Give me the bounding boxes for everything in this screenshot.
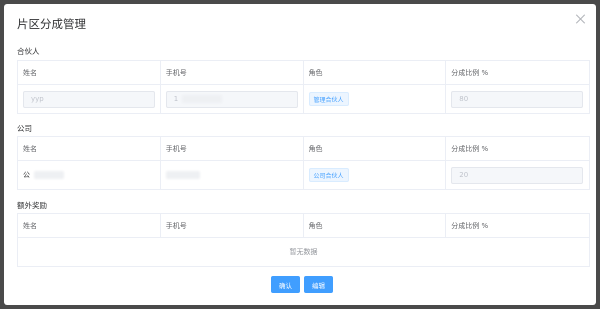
column-header-name: 姓名 — [18, 61, 161, 84]
close-icon[interactable] — [576, 14, 586, 24]
redacted-name-blur — [34, 171, 64, 179]
company-name-value: 公 — [23, 171, 30, 179]
section-label-bonus: 额外奖励 — [17, 201, 47, 210]
table-row: 公 公司合伙人 20 — [18, 161, 589, 189]
column-header-role: 角色 — [304, 214, 447, 237]
edit-button[interactable]: 编辑 — [304, 276, 333, 293]
column-header-ratio: 分成比例 % — [451, 221, 489, 230]
column-header-phone: 手机号 — [161, 214, 304, 237]
company-ratio-value: 20 — [459, 171, 469, 179]
partner-phone-value: 1 — [173, 95, 179, 103]
partner-name-value: yyp — [31, 95, 44, 103]
dialog-header: 片区分成管理 — [4, 4, 596, 38]
role-tag: 管理合伙人 — [308, 92, 349, 106]
column-header-phone: 手机号 — [161, 61, 304, 84]
phone-cell — [161, 161, 304, 189]
redacted-phone-blur — [182, 95, 223, 103]
partner-table: 姓名 手机号 角色 分成比例 % yyp 1 管理合伙人 80 — [17, 60, 590, 114]
name-cell: yyp — [18, 85, 161, 113]
partner-phone-input[interactable]: 1 — [165, 90, 298, 108]
section-label-company: 公司 — [17, 124, 32, 133]
table-header-row: 姓名 手机号 角色 分成比例 % — [18, 214, 589, 238]
phone-cell: 1 — [161, 85, 304, 113]
name-cell: 公 — [18, 161, 161, 189]
ratio-cell: 20 — [446, 161, 589, 189]
column-header-ratio: 分成比例 % — [451, 68, 489, 77]
empty-row: 暂无数据 — [18, 238, 589, 266]
column-header-role: 角色 — [304, 61, 447, 84]
role-cell: 公司合伙人 — [304, 161, 447, 189]
table-header-row: 姓名 手机号 角色 分成比例 % — [18, 137, 589, 161]
column-header-ratio: 分成比例 % — [451, 144, 489, 153]
division-management-dialog: 片区分成管理 合伙人 姓名 手机号 角色 分成比例 % yyp 1 管理合伙人 — [4, 4, 596, 305]
column-header-phone: 手机号 — [161, 137, 304, 160]
partner-name-input[interactable]: yyp — [23, 90, 155, 108]
table-header-row: 姓名 手机号 角色 分成比例 % — [18, 61, 589, 85]
empty-text: 暂无数据 — [289, 248, 318, 256]
partner-ratio-value: 80 — [459, 95, 469, 103]
column-header-role: 角色 — [304, 137, 447, 160]
ratio-cell: 80 — [446, 85, 589, 113]
column-header-name: 姓名 — [18, 137, 161, 160]
bonus-table: 姓名 手机号 角色 分成比例 % 暂无数据 — [17, 213, 590, 267]
confirm-button[interactable]: 确认 — [271, 276, 300, 293]
role-tag: 公司合伙人 — [308, 168, 349, 182]
table-row: yyp 1 管理合伙人 80 — [18, 85, 589, 113]
dialog-title: 片区分成管理 — [17, 17, 86, 31]
role-cell: 管理合伙人 — [304, 85, 447, 113]
company-table: 姓名 手机号 角色 分成比例 % 公 公司合伙人 20 — [17, 136, 590, 190]
company-ratio-input[interactable]: 20 — [451, 166, 584, 184]
column-header-name: 姓名 — [18, 214, 161, 237]
section-label-partner: 合伙人 — [17, 47, 40, 56]
redacted-phone-blur — [165, 171, 200, 179]
partner-ratio-input[interactable]: 80 — [451, 90, 584, 108]
